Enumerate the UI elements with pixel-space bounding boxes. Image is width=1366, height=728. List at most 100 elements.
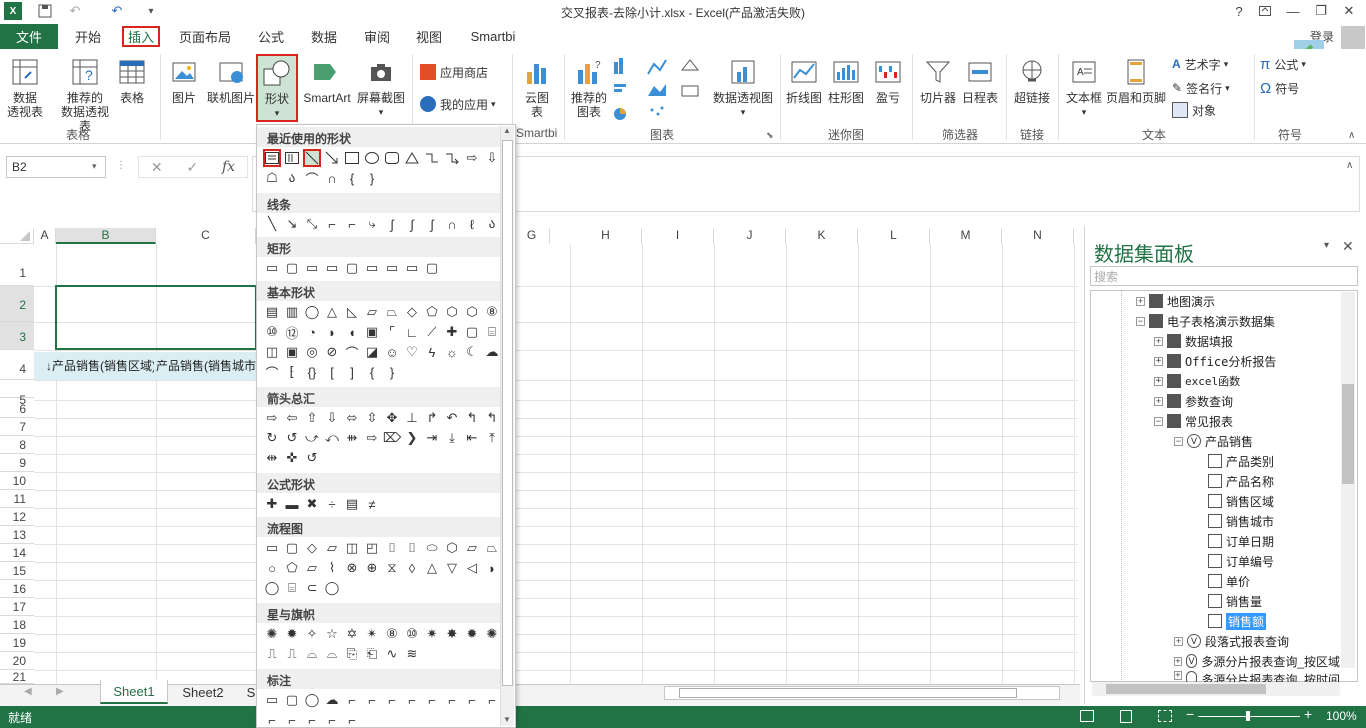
select-all-corner[interactable] <box>0 228 34 244</box>
arrow-line-shape-icon[interactable] <box>323 149 341 167</box>
zoom-slider-thumb[interactable] <box>1246 711 1250 721</box>
punched-tape-icon[interactable]: ⌇ <box>323 559 341 577</box>
shapes-scroll-thumb[interactable] <box>502 140 513 686</box>
panel-close-icon[interactable]: ✕ <box>1342 238 1354 255</box>
enter-formula-icon[interactable]: ✓ <box>186 159 198 176</box>
column-header[interactable]: C <box>156 228 256 244</box>
right-arrow-shape-icon[interactable]: ⇨ <box>463 149 481 167</box>
pie-icon[interactable]: ◔ <box>303 323 321 341</box>
manual-input-icon[interactable]: ⏥ <box>463 539 481 557</box>
rect-icon[interactable]: ▭ <box>263 259 281 277</box>
dialog-launcher-icon[interactable]: ⬊ <box>766 130 774 141</box>
heptagon-icon[interactable]: ⬡ <box>463 303 481 321</box>
tree-node[interactable]: 单价 <box>1208 571 1250 591</box>
elbow-connector-icon[interactable] <box>423 149 441 167</box>
hexagon-icon[interactable]: ⬡ <box>443 303 461 321</box>
right-arrow-icon[interactable]: ⇨ <box>263 409 281 427</box>
row-header[interactable]: 7 <box>0 418 34 436</box>
rectangle-shape-icon[interactable] <box>343 149 361 167</box>
timeline-button[interactable]: 日程表 <box>960 56 1000 105</box>
tab-file[interactable]: 文件 <box>0 24 58 49</box>
line-callout-icon[interactable]: ⌐ <box>323 711 341 728</box>
star7-icon[interactable]: ✴ <box>363 625 381 643</box>
decision-icon[interactable]: ◇ <box>303 539 321 557</box>
undo-icon[interactable]: ↶ <box>108 2 126 20</box>
online-picture-button[interactable]: 联机图片 <box>204 56 258 105</box>
brace-pair-icon[interactable]: {} <box>303 363 321 381</box>
panel-options-icon[interactable]: ▾ <box>1324 240 1329 251</box>
stored-data-icon[interactable]: ◁ <box>463 559 481 577</box>
column-header[interactable]: G <box>514 228 550 244</box>
chord-icon[interactable]: ◗ <box>323 323 341 341</box>
table-button[interactable]: 表格 <box>114 56 150 105</box>
page-break-view-icon[interactable] <box>1158 710 1172 722</box>
tab-review[interactable]: 审阅 <box>356 24 398 49</box>
tree-node[interactable]: + Office分析报告 <box>1154 351 1276 371</box>
left-right-arrow-icon[interactable]: ⬄ <box>343 409 361 427</box>
l-shape-icon[interactable]: ∟ <box>403 323 421 341</box>
display-icon[interactable]: ◯ <box>323 579 341 597</box>
tab-data[interactable]: 数据 <box>302 24 346 49</box>
object-button[interactable]: 对象 <box>1172 100 1216 120</box>
tab-smartbi[interactable]: Smartbi <box>460 24 526 49</box>
right-brace-shape-icon[interactable]: } <box>363 169 381 187</box>
line-callout-icon[interactable]: ⌐ <box>483 691 501 709</box>
curved-ribbon-down-icon[interactable]: ⌓ <box>323 645 341 663</box>
curve-icon[interactable]: ∫ <box>383 215 401 233</box>
tree-node[interactable]: − 电子表格演示数据集 <box>1136 311 1275 331</box>
wave-icon[interactable]: ∿ <box>383 645 401 663</box>
tree-node[interactable]: 销售量 <box>1208 591 1262 611</box>
expand-icon[interactable]: + <box>1174 671 1182 680</box>
expand-icon[interactable]: + <box>1136 296 1145 306</box>
tree-vertical-scrollbar[interactable] <box>1341 292 1355 668</box>
line-callout-icon[interactable]: ⌐ <box>403 691 421 709</box>
scribble-shape-icon[interactable]: ა <box>283 169 301 187</box>
block-arc-icon[interactable]: ⌒ <box>343 343 361 361</box>
insert-function-icon[interactable]: fx <box>222 159 235 175</box>
quad-arrow-icon[interactable]: ✥ <box>383 409 401 427</box>
textbox-shape-icon[interactable] <box>263 149 281 167</box>
next-sheet-icon[interactable]: ▶ <box>56 686 64 697</box>
rect-icon[interactable]: ▭ <box>363 259 381 277</box>
elbow-icon[interactable]: ⌐ <box>343 215 361 233</box>
name-box-dropdown-icon[interactable]: ▾ <box>92 161 97 172</box>
tree-node[interactable]: + V 多源分片报表查询_按区域 <box>1174 651 1340 671</box>
expand-icon[interactable]: + <box>1154 376 1163 386</box>
double-arrow-icon[interactable]: ⤡ <box>303 215 321 233</box>
scribble-icon[interactable]: ა <box>483 215 501 233</box>
curve-icon[interactable]: ∫ <box>403 215 421 233</box>
expand-icon[interactable]: + <box>1154 336 1163 346</box>
tree-node[interactable]: 产品类别 <box>1208 451 1274 471</box>
moon-icon[interactable]: ☾ <box>463 343 481 361</box>
slicer-button[interactable]: 切片器 <box>918 56 958 105</box>
sheet-tab-sheet2[interactable]: Sheet2 <box>170 680 236 704</box>
cross-icon[interactable]: ✚ <box>443 323 461 341</box>
column-header[interactable]: N <box>1002 228 1074 244</box>
column-header[interactable]: K <box>786 228 858 244</box>
rect-icon[interactable]: ▭ <box>303 259 321 277</box>
tab-formulas[interactable]: 公式 <box>250 24 292 49</box>
freeform-shape-icon[interactable]: ☖ <box>263 169 281 187</box>
prev-sheet-icon[interactable]: ◀ <box>24 686 32 697</box>
sheet-tab-sheet1[interactable]: Sheet1 <box>100 680 168 704</box>
row-header[interactable]: 9 <box>0 454 34 472</box>
star8-icon[interactable]: ⑧ <box>383 625 401 643</box>
up-down-arrow-icon[interactable]: ⇳ <box>363 409 381 427</box>
cloud-chart-button[interactable]: 云图 表 <box>520 56 554 119</box>
ribbon-display-icon[interactable] <box>1252 0 1278 22</box>
circular-arrow-icon[interactable]: ↺ <box>303 449 321 467</box>
row-header[interactable]: 8 <box>0 436 34 454</box>
row-header[interactable]: 19 <box>0 634 34 652</box>
recommended-charts-button[interactable]: ? 推荐的 图表 <box>570 56 608 119</box>
pentagon-icon[interactable]: ⬠ <box>423 303 441 321</box>
up-arrow-icon[interactable]: ⇧ <box>303 409 321 427</box>
alt-process-icon[interactable]: ▢ <box>283 539 301 557</box>
scroll-down-icon[interactable]: ▼ <box>503 715 511 724</box>
normal-view-icon[interactable] <box>1080 710 1094 722</box>
collapse-formula-icon[interactable]: ∧ <box>1346 160 1353 171</box>
plaque-icon[interactable]: ▢ <box>463 323 481 341</box>
teardrop-icon[interactable]: ◖ <box>343 323 361 341</box>
curved-right-arrow-icon[interactable]: ↻ <box>263 429 281 447</box>
column-header[interactable]: B <box>56 228 156 244</box>
line-callout-icon[interactable]: ⌐ <box>343 711 361 728</box>
